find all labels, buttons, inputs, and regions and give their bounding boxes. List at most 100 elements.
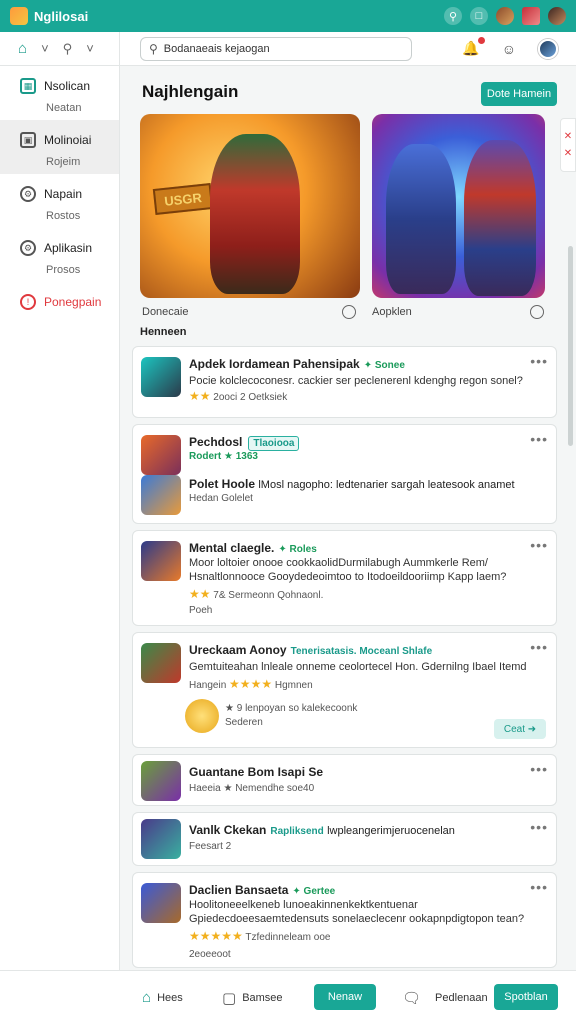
- sidebar-item-molinoiai[interactable]: ▣ Molinoiai Rojeim: [0, 120, 119, 174]
- list-item[interactable]: Vanlk Ckekan Rapliksend lwpleangerimjeruo…: [132, 812, 557, 866]
- card-tag: Rapliksend: [270, 826, 324, 837]
- card-footer: Sederen: [225, 717, 263, 728]
- sidebar-item-napain[interactable]: ⚙ Napain Rostos: [0, 174, 119, 228]
- hero-illustration: [210, 134, 300, 294]
- sidebar-item-label: Nsolican: [44, 79, 91, 93]
- card-description: Moor loltoier onooe cookkaolidDurmilabug…: [189, 557, 488, 569]
- primary-action-button[interactable]: Dote Hamein: [481, 82, 557, 106]
- star-rating: ★★: [189, 587, 211, 601]
- card-meta: Hedan Golelet: [189, 493, 253, 504]
- list-item[interactable]: Ureckaam Aonoy Tenerisatasis. Moceanl Shl…: [132, 632, 557, 748]
- sidebar-item-ponegpain[interactable]: ! Ponegpain: [0, 282, 119, 318]
- app-brand-name: Nglilosai: [34, 8, 89, 24]
- card-description: Gpiedecdoeesaemtedensuts sonelaeclecenr …: [189, 913, 525, 925]
- app-thumbnail: [141, 883, 181, 923]
- star-rating: ★★★★★: [189, 929, 243, 943]
- profile-icon[interactable]: ☺: [502, 41, 516, 57]
- list-item[interactable]: Guantane Bom Isapi Se Haeeia ★ Nemendhe …: [132, 754, 557, 806]
- app-thumbnail: [141, 435, 181, 475]
- account-avatar[interactable]: [548, 7, 566, 25]
- card-title: Apdek Iordamean Pahensipak ✦ Sonee: [189, 357, 405, 371]
- card-meta: Hangein ★★★★ Hgmnen: [189, 677, 313, 691]
- sidebar: ▦ Nsolican Neatan ▣ Molinoiai Rojeim ⚙ N…: [0, 66, 120, 970]
- card-description: Hsnaltlonnooce Gooydedeoimtoo to Itodoei…: [189, 571, 507, 583]
- sidebar-item-nsolican[interactable]: ▦ Nsolican Neatan: [0, 66, 119, 120]
- nav-item-home[interactable]: ⌂ Hees: [142, 989, 183, 1006]
- user-avatar[interactable]: [496, 7, 514, 25]
- sidebar-item-label: Aplikasin: [44, 241, 93, 255]
- card-action-button[interactable]: Ceat ➜: [494, 719, 546, 739]
- more-options-icon[interactable]: •••: [530, 819, 548, 835]
- chat-icon[interactable]: [342, 305, 356, 319]
- chevron-down-icon[interactable]: ˅: [41, 41, 49, 56]
- app-thumbnail: [141, 475, 181, 515]
- home-icon: ⌂: [142, 989, 152, 1006]
- list-item[interactable]: Daclien Bansaeta ✦ Gertee Hoolitoneeelken…: [132, 872, 557, 968]
- window-icon[interactable]: □: [470, 7, 488, 25]
- page-title: Najhlengain: [142, 82, 239, 101]
- featured-banner-2[interactable]: [372, 114, 545, 298]
- sidebar-item-label: Ponegpain: [44, 295, 102, 309]
- scrollbar[interactable]: [566, 66, 576, 970]
- more-options-icon[interactable]: •••: [530, 761, 548, 777]
- section-heading: Henneen: [140, 326, 187, 338]
- star-rating: ★★: [189, 389, 211, 403]
- card-description: Hoolitoneeelkeneb lunoeakinnenkektkentue…: [189, 899, 418, 911]
- sidebar-item-aplikasin[interactable]: ⚙ Aplikasin Prosos: [0, 228, 119, 282]
- search-icon: ⚲: [149, 41, 158, 56]
- sidebar-item-sub: Prosos: [46, 264, 81, 276]
- scrollbar-thumb[interactable]: [568, 246, 573, 446]
- more-options-icon[interactable]: •••: [530, 431, 548, 447]
- card-meta: Haeeia ★ Nemendhe soe40: [189, 783, 315, 794]
- primary-nav-button[interactable]: Nenaw: [314, 984, 376, 1010]
- card-rating: Rodert ★ 1363: [189, 451, 258, 462]
- card-meta: Feesart 2: [189, 841, 232, 852]
- hero-illustration: [386, 144, 456, 294]
- card-description: Pocie kolclecoconesr. cackier ser peclen…: [189, 375, 523, 387]
- window-icon: ▢: [222, 989, 237, 1007]
- card-description: Gemtuiteahan lnleale onneme ceolortecel …: [189, 661, 527, 673]
- card-title: Daclien Bansaeta ✦ Gertee: [189, 883, 336, 897]
- nav-item-label: Pedlenaan: [435, 991, 488, 1004]
- nav-item-label: Bamsee: [242, 991, 283, 1004]
- home-icon[interactable]: ⌂: [18, 40, 27, 57]
- sidebar-item-label: Napain: [44, 187, 83, 201]
- search-input[interactable]: ⚲ Bodanaeais kejaogan: [140, 36, 412, 61]
- app-thumbnail: [141, 761, 181, 801]
- profile-avatar[interactable]: [522, 7, 540, 25]
- nav-item-messages[interactable]: 🗨 Pedlenaan: [402, 989, 488, 1007]
- list-item[interactable]: Apdek Iordamean Pahensipak ✦ Sonee Pocie …: [132, 346, 557, 418]
- more-options-icon[interactable]: •••: [530, 537, 548, 553]
- sidebar-item-sub: Rostos: [46, 210, 81, 222]
- avatar[interactable]: [538, 38, 558, 59]
- nav-item-label: Hees: [157, 991, 183, 1004]
- right-action-button[interactable]: Spotblan: [494, 984, 558, 1010]
- close-icon[interactable]: ✕: [564, 148, 572, 159]
- star-rating: ★★★★: [229, 677, 273, 691]
- card-footer: 2eoeeoot: [189, 949, 231, 960]
- more-options-icon[interactable]: •••: [530, 353, 548, 369]
- close-icon[interactable]: ✕: [564, 131, 572, 142]
- sidebar-item-sub: Neatan: [46, 102, 82, 114]
- search-icon[interactable]: ⚲: [444, 7, 462, 25]
- card-chip: Tlaoiooa: [248, 436, 300, 451]
- list-item[interactable]: Pechdosl Tlaoiooa Rodert ★ 1363 Polet Hoo…: [132, 424, 557, 524]
- chat-icon[interactable]: [530, 305, 544, 319]
- store-icon: ▣: [20, 132, 36, 148]
- nav-item-browse[interactable]: ▢ Bamsee: [222, 989, 283, 1007]
- side-panel-tab[interactable]: ✕ ✕: [560, 118, 576, 172]
- app-thumbnail: [141, 819, 181, 859]
- bell-icon[interactable]: 🔔: [462, 37, 485, 57]
- chevron-down-icon[interactable]: ˅: [86, 41, 94, 56]
- card-meta: ★★★★★ Tzfedinneleam ooe: [189, 929, 331, 943]
- app-logo-icon: [10, 7, 28, 25]
- search-icon[interactable]: ⚲: [63, 41, 73, 57]
- more-options-icon[interactable]: •••: [530, 639, 548, 655]
- more-options-icon[interactable]: •••: [530, 879, 548, 895]
- card-title: Guantane Bom Isapi Se: [189, 765, 324, 779]
- banner-caption: Donecaie: [142, 306, 189, 318]
- list-item[interactable]: Mental claegle. ✦ Roles Moor loltoier ono…: [132, 530, 557, 626]
- featured-banner-1[interactable]: USGR: [140, 114, 360, 298]
- search-input-value: Bodanaeais kejaogan: [163, 42, 270, 55]
- gear-icon: ⚙: [20, 186, 36, 202]
